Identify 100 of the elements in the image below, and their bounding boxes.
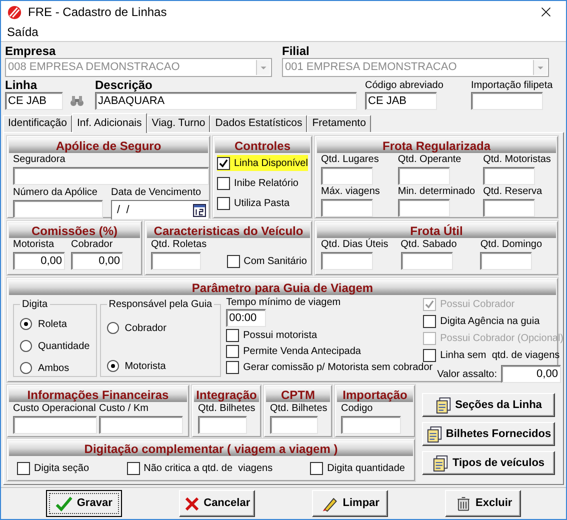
input-field[interactable]	[321, 167, 373, 185]
input-field[interactable]	[99, 416, 183, 434]
input-field[interactable]: JABAQUARA	[95, 92, 357, 110]
checkbox-label: Digita quantidade	[327, 462, 405, 476]
section-header: Comissões (%)	[9, 223, 140, 238]
section-header: Informações Financeiras	[9, 387, 187, 402]
checkbox[interactable]	[423, 315, 436, 328]
input-field[interactable]	[151, 252, 201, 270]
field-label: Qtd. Sabado	[400, 239, 457, 251]
section-header: Digitação complementar ( viagem a viagem )	[9, 441, 413, 456]
action-button[interactable]: Seções da Linha	[422, 393, 555, 417]
field-label: Qtd. Reserva	[483, 186, 542, 198]
input-field[interactable]: 0,00	[13, 252, 65, 270]
action-button[interactable]: Tipos de veículos	[422, 451, 555, 475]
field-label: Min. determinado	[398, 186, 476, 198]
checkbox[interactable]	[226, 328, 240, 342]
radio-button[interactable]	[106, 322, 119, 334]
checkbox-label: Inibe Relatório	[234, 176, 298, 190]
checkbox-label: Possui motorista	[243, 328, 318, 342]
field-label: Qtd. Domingo	[480, 239, 542, 251]
section-header: Frota Útil	[317, 223, 556, 238]
field-label: Codigo	[341, 403, 373, 415]
field-label: Qtd. Dias Úteis	[321, 239, 388, 251]
input-field[interactable]: 0,00	[500, 365, 561, 383]
input-field[interactable]	[398, 167, 450, 185]
input-field[interactable]: 00:00	[226, 309, 266, 327]
field-label: Custo Operacional	[13, 403, 96, 415]
input-field[interactable]	[483, 167, 536, 185]
checkbox-label: Com Sanitário	[244, 254, 307, 268]
menu-item[interactable]: Saída	[5, 23, 40, 41]
calendar-icon[interactable]	[193, 204, 206, 216]
input-field[interactable]	[13, 416, 97, 434]
input-field[interactable]	[13, 200, 103, 218]
radio-button[interactable]	[20, 318, 32, 330]
radio-label: Motorista	[124, 360, 166, 374]
field-label: Qtd. Bilhetes	[270, 403, 328, 415]
field-label: Importação filipeta	[471, 80, 553, 92]
window-title: FRE - Cadastro de Linhas	[28, 4, 168, 21]
field-label: Custo / Km	[99, 403, 148, 415]
field-label: Qtd. Bilhetes	[198, 403, 256, 415]
field-label: Número da Apólice	[13, 187, 98, 199]
checkmark-icon	[54, 494, 73, 512]
tab[interactable]: Fretamento	[307, 115, 371, 132]
input-field[interactable]	[321, 199, 373, 217]
footer-button[interactable]: Cancelar	[178, 490, 255, 517]
binoculars-icon[interactable]	[69, 93, 85, 109]
checkbox[interactable]	[226, 360, 240, 374]
input-field[interactable]: CE JAB	[5, 92, 63, 110]
checkbox[interactable]	[217, 196, 230, 210]
radio-button[interactable]	[20, 362, 32, 374]
input-field[interactable]	[471, 92, 543, 110]
checkbox-label: Permite Venda Antecipada	[243, 344, 361, 358]
checkbox[interactable]	[226, 344, 240, 358]
app-logo-icon	[7, 4, 22, 20]
checkbox-label: Possui Cobrador	[440, 298, 515, 312]
tab[interactable]: Inf. Adicionais	[72, 113, 147, 133]
input-field[interactable]	[13, 167, 209, 185]
radio-label: Quantidade	[38, 340, 90, 354]
field-label: Empresa	[5, 44, 56, 58]
checkbox[interactable]	[226, 254, 240, 268]
section-header: Apólice de Seguro	[9, 138, 208, 153]
group-label: Digita	[21, 298, 49, 312]
tab[interactable]: Viag. Turno	[146, 115, 210, 132]
field-label: Qtd. Motoristas	[483, 154, 551, 166]
checkbox-label: Utiliza Pasta	[234, 196, 290, 210]
date-field[interactable]: / /	[111, 200, 209, 220]
checkbox-label: Gerar comissão p/ Motorista sem cobrador	[243, 360, 433, 374]
footer-button[interactable]: Excluir	[445, 490, 522, 517]
checkbox[interactable]	[310, 462, 324, 474]
field-label: Filial	[282, 44, 310, 58]
input-field[interactable]	[270, 416, 318, 434]
input-field[interactable]	[398, 199, 450, 217]
checkbox[interactable]	[17, 462, 30, 474]
checkbox[interactable]	[217, 156, 230, 170]
input-field[interactable]	[321, 252, 373, 270]
input-field[interactable]: CE JAB	[365, 92, 437, 110]
field-label: Qtd. Operante	[398, 154, 462, 166]
checkbox[interactable]	[126, 462, 140, 474]
checkbox-label: Digita Agência na guia	[440, 315, 540, 329]
input-field[interactable]	[483, 199, 536, 217]
checkbox[interactable]	[423, 349, 436, 362]
checkbox-label: Digita seção	[34, 462, 90, 476]
input-field[interactable]	[341, 416, 401, 434]
tab[interactable]: Identificação	[3, 115, 72, 132]
action-button[interactable]: Bilhetes Fornecidos	[422, 422, 555, 446]
field-label: Tempo mínimo de viagem	[226, 297, 341, 309]
input-field[interactable]	[400, 252, 453, 270]
footer-button[interactable]: Limpar	[312, 490, 388, 517]
input-field[interactable]	[198, 416, 247, 434]
section-header: Caracteristicas do Veículo	[147, 223, 310, 238]
footer-button[interactable]: Gravar	[46, 490, 122, 517]
field-label: Código abreviado	[365, 80, 444, 92]
tab[interactable]: Dados Estatísticos	[210, 115, 308, 132]
document-icon	[435, 396, 452, 414]
radio-label: Cobrador	[124, 322, 166, 336]
radio-button[interactable]	[20, 340, 32, 352]
input-field[interactable]	[480, 252, 532, 270]
checkbox[interactable]	[217, 176, 230, 190]
radio-button[interactable]	[106, 360, 119, 372]
input-field[interactable]: 0,00	[71, 252, 123, 270]
